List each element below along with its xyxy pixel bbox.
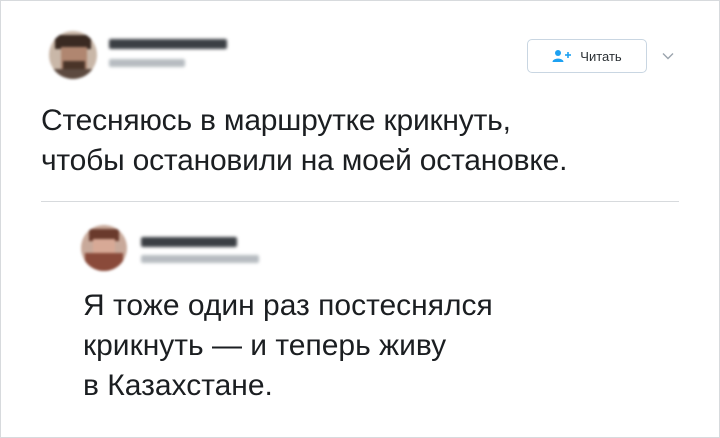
reply-author-avatar[interactable] [81,225,127,271]
follow-button-label: Читать [580,48,622,64]
reply-text-line: в Казахстане. [83,369,273,402]
reply-text-line: крикнуть — и теперь живу [83,329,447,362]
add-user-icon [552,50,572,62]
reply-text-line: Я тоже один раз постеснялся [83,289,493,322]
follow-button[interactable]: Читать [527,39,647,73]
tweet-text-line: Стесняюсь в маршрутке крикнуть, [41,104,511,137]
reply-author-handle[interactable] [141,255,259,263]
tweet-text-line: чтобы остановили на моей остановке. [41,144,568,177]
reply-text: Я тоже один раз постеснялся крикнуть — и… [83,286,493,406]
reply-author-name[interactable] [141,237,237,247]
chevron-down-icon[interactable] [661,49,675,63]
tweet-card: Читать Стесняюсь в маршрутке крикнуть, ч… [0,0,720,438]
divider [41,201,679,202]
author-avatar[interactable] [49,31,97,79]
author-name[interactable] [109,39,227,49]
author-handle[interactable] [109,59,185,67]
tweet-text: Стесняюсь в маршрутке крикнуть, чтобы ос… [41,101,567,181]
